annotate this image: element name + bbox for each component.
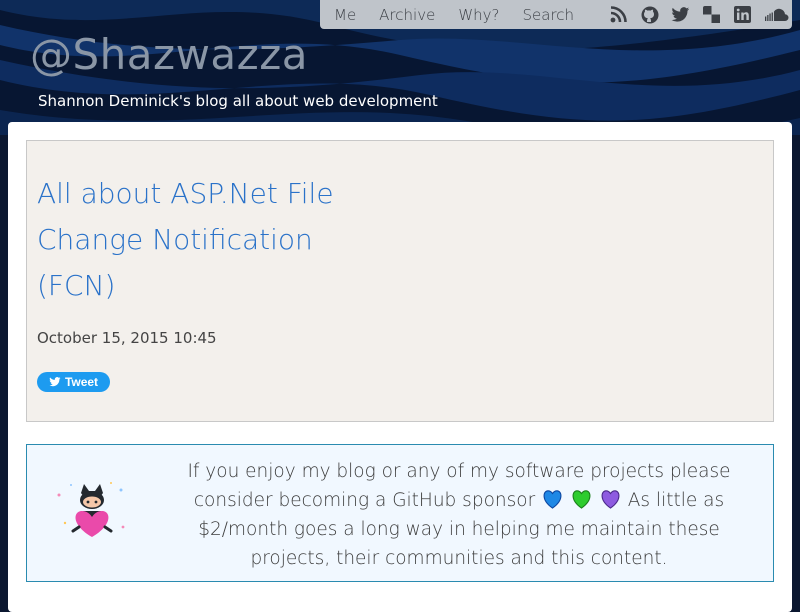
soundcloud-icon[interactable] xyxy=(764,5,792,24)
nav-link-archive[interactable]: Archive xyxy=(379,6,435,24)
tweet-button[interactable]: Tweet xyxy=(37,372,110,392)
nav-link-why[interactable]: Why? xyxy=(458,6,499,24)
nav-link-search[interactable]: Search xyxy=(523,6,575,24)
green-heart-icon xyxy=(572,490,591,509)
rss-icon[interactable] xyxy=(609,5,628,24)
post-header-card: All about ASP.Net File Change Notificati… xyxy=(26,140,774,422)
social-icons xyxy=(597,5,792,24)
sponsor-message: If you enjoy my blog or any of my softwa… xyxy=(159,457,759,573)
purple-heart-icon xyxy=(601,490,620,509)
tweet-label: Tweet xyxy=(64,375,99,389)
post-title[interactable]: All about ASP.Net File Change Notificati… xyxy=(37,171,377,309)
github-icon[interactable] xyxy=(640,5,659,24)
octocat-heart-icon xyxy=(57,482,125,537)
site-tagline: Shannon Deminick's blog all about web de… xyxy=(38,92,438,110)
sponsor-callout: If you enjoy my blog or any of my softwa… xyxy=(26,444,774,582)
top-nav: Me Archive Why? Search xyxy=(320,0,792,29)
blue-heart-icon xyxy=(543,490,562,509)
post-date: October 15, 2015 10:45 xyxy=(37,329,217,347)
site-title[interactable]: @Shazwazza xyxy=(30,30,308,79)
nav-link-me[interactable]: Me xyxy=(334,6,356,24)
delicious-icon[interactable] xyxy=(702,5,721,24)
twitter-icon[interactable] xyxy=(671,5,690,24)
main-content: All about ASP.Net File Change Notificati… xyxy=(8,122,792,612)
twitter-bird-icon xyxy=(49,377,61,387)
linkedin-icon[interactable] xyxy=(733,5,752,24)
